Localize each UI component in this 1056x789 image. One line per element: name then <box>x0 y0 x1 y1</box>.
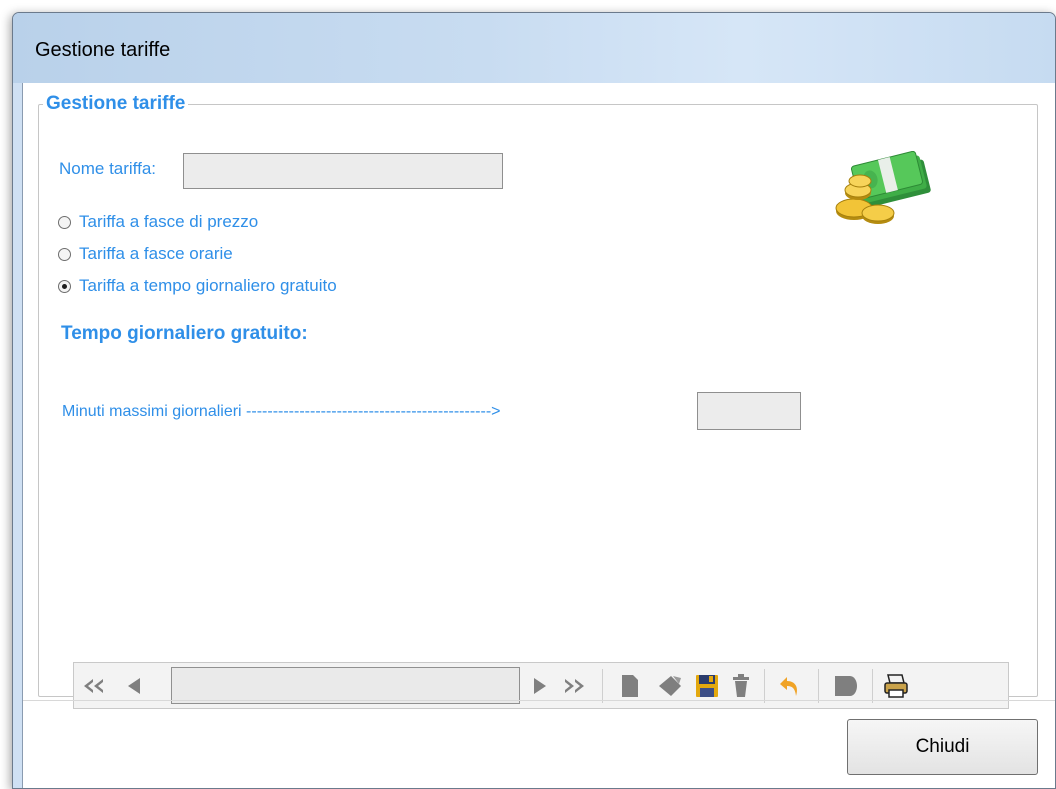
tariff-name-label: Nome tariffa: <box>59 159 157 178</box>
radio-circle <box>58 247 71 261</box>
radio-free-daily-time[interactable]: Tariffa a tempo giornaliero gratuito <box>58 276 337 296</box>
title-bar[interactable]: Gestione tariffe <box>13 13 1055 83</box>
radio-label: Tariffa a fasce di prezzo <box>79 212 259 231</box>
toolbar-separator <box>602 669 603 703</box>
window-client-area: Gestione tariffe Nome tariffa: Tariffa a… <box>22 83 1055 788</box>
radio-label: Tariffa a fasce orarie <box>79 244 233 263</box>
cancel-icon[interactable] <box>832 673 860 699</box>
free-time-section-title: Tempo giornaliero gratuito: <box>61 323 308 344</box>
undo-icon[interactable] <box>776 673 804 699</box>
radio-circle-checked <box>58 279 71 293</box>
first-record-icon[interactable] <box>80 673 108 699</box>
previous-record-icon[interactable] <box>120 673 148 699</box>
next-record-icon[interactable] <box>526 673 554 699</box>
close-button[interactable]: Chiudi <box>847 719 1038 775</box>
max-minutes-label: Minuti massimi giornalieri -------------… <box>62 403 501 420</box>
toolbar-separator <box>872 669 873 703</box>
radio-circle <box>58 215 71 229</box>
money-icon <box>835 151 931 224</box>
edit-record-icon[interactable] <box>656 673 684 699</box>
group-legend: Gestione tariffe <box>46 93 186 114</box>
record-navigator <box>73 662 1009 709</box>
toolbar-separator <box>764 669 765 703</box>
window-title: Gestione tariffe <box>35 39 171 61</box>
tariff-group-box: Gestione tariffe Nome tariffa: Tariffa a… <box>38 93 1038 709</box>
delete-record-icon[interactable] <box>727 673 755 699</box>
tariff-name-input[interactable] <box>183 153 503 189</box>
radio-time-bands[interactable]: Tariffa a fasce orarie <box>58 244 233 264</box>
max-minutes-input[interactable] <box>697 392 801 430</box>
new-record-icon[interactable] <box>616 673 644 699</box>
record-position-field[interactable] <box>171 667 520 704</box>
toolbar-separator <box>818 669 819 703</box>
save-record-icon[interactable] <box>693 673 721 699</box>
radio-price-bands[interactable]: Tariffa a fasce di prezzo <box>58 212 258 232</box>
last-record-icon[interactable] <box>560 673 588 699</box>
print-icon[interactable] <box>882 673 910 699</box>
app-window: Gestione tariffe Gestione tariffe Nome t… <box>12 12 1056 789</box>
footer-divider <box>23 700 1055 701</box>
radio-label: Tariffa a tempo giornaliero gratuito <box>79 276 337 295</box>
